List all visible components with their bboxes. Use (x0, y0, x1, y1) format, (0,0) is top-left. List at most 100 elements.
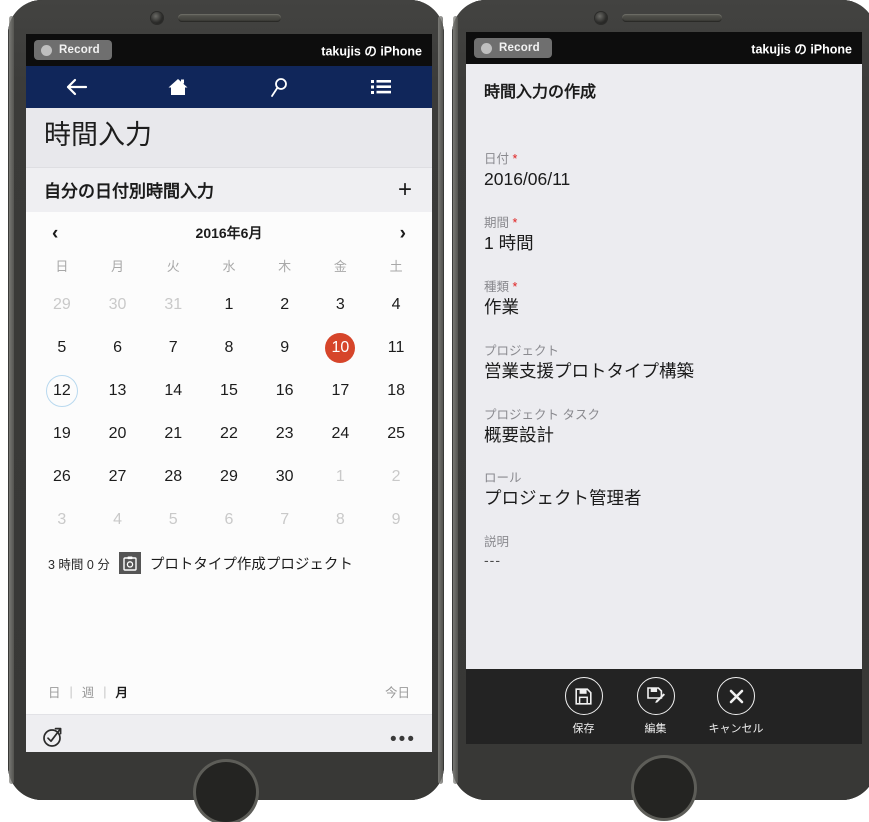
form-field-value: 2016/06/11 (484, 169, 571, 189)
today-button[interactable]: 今日 (385, 682, 410, 701)
calendar-day-cell[interactable]: 10 (313, 326, 369, 369)
calendar-day-cell[interactable]: 1 (313, 455, 369, 498)
nav-search-button[interactable] (229, 77, 331, 98)
calendar-day-label: 13 (108, 381, 127, 399)
check-circle-arrow-icon[interactable] (42, 726, 64, 752)
section-header: 自分の日付別時間入力 + (26, 167, 432, 213)
clipboard-icon (118, 552, 141, 575)
calendar-weekday-1: 月 (111, 259, 125, 275)
add-entry-button[interactable]: + (398, 177, 416, 202)
calendar-day-cell[interactable]: 7 (145, 326, 201, 369)
calendar-day-cell[interactable]: 8 (313, 498, 369, 541)
form-field-list: 日付 * 2016/06/11 期間 * 1 時間 種類 * 作業 プロジェクト 営業支援プロ… (484, 148, 844, 570)
calendar-week-row: 5 6 7 8 9 10 11 (34, 326, 424, 369)
calendar-day-cell[interactable]: 25 (368, 412, 424, 455)
edit-button[interactable]: 編集 (636, 677, 675, 736)
calendar-day-cell[interactable]: 8 (201, 326, 257, 369)
form-field[interactable]: 種類 * 作業 (484, 276, 844, 319)
calendar-day-label: 25 (387, 424, 405, 442)
calendar-day-cell[interactable]: 14 (145, 369, 201, 412)
required-marker: * (509, 152, 518, 166)
form-field-value: 概要設計 (484, 424, 554, 445)
calendar-day-cell[interactable]: 6 (90, 326, 146, 369)
calendar-prev-month-button[interactable]: ‹ (48, 224, 62, 243)
calendar-day-cell[interactable]: 1 (201, 283, 257, 326)
calendar-day-label: 11 (387, 338, 405, 356)
left-app-body: 時間入力 自分の日付別時間入力 + ‹ 2016年6月 › 日月火水木金土 29… (26, 108, 432, 752)
calendar-day-label: 27 (108, 467, 127, 485)
calendar-day-cell[interactable]: 28 (145, 455, 201, 498)
view-switcher: 日 | 週 | 月 (48, 682, 128, 701)
time-entry-row[interactable]: 3 時間 0 分 プロトタイプ作成プロジェクト (34, 543, 424, 581)
calendar-day-cell[interactable]: 3 (34, 498, 90, 541)
calendar-day-cell[interactable]: 20 (90, 412, 146, 455)
calendar-day-cell[interactable]: 5 (34, 326, 90, 369)
calendar-day-cell[interactable]: 24 (313, 412, 369, 455)
calendar-day-label: 18 (387, 381, 405, 399)
calendar-day-cell[interactable]: 2 (257, 283, 313, 326)
calendar-week-row: 12 13 14 15 16 17 18 (34, 369, 424, 412)
calendar-weekday-4: 木 (278, 259, 292, 275)
calendar-day-label: 7 (168, 338, 178, 356)
calendar-day-cell[interactable]: 12 (34, 369, 90, 412)
calendar-day-cell[interactable]: 31 (145, 283, 201, 326)
time-entry-duration: 3 時間 0 分 (48, 557, 110, 572)
calendar-day-cell[interactable]: 26 (34, 455, 90, 498)
calendar-day-cell[interactable]: 9 (257, 326, 313, 369)
calendar-day-cell[interactable]: 6 (201, 498, 257, 541)
home-button-right[interactable] (634, 758, 694, 818)
calendar-day-selected: 10 (325, 332, 356, 363)
calendar-day-cell[interactable]: 11 (368, 326, 424, 369)
save-button[interactable]: 保存 (564, 677, 603, 736)
calendar-day-cell[interactable]: 3 (313, 283, 369, 326)
calendar-day-cell[interactable]: 4 (368, 283, 424, 326)
calendar-day-cell[interactable]: 21 (145, 412, 201, 455)
form-field[interactable]: プロジェクト タスク 概要設計 (484, 404, 844, 447)
page-title: 時間入力 (44, 120, 152, 150)
calendar-day-cell[interactable]: 29 (34, 283, 90, 326)
calendar-day-cell[interactable]: 5 (145, 498, 201, 541)
cancel-button[interactable]: キャンセル (709, 677, 764, 736)
right-record-button[interactable]: Record (474, 38, 552, 58)
nav-back-button[interactable] (26, 77, 128, 97)
calendar-day-cell[interactable]: 23 (257, 412, 313, 455)
screenshot-stage: Record takujis の iPhone 時間入力 自分の日付別時間入力 … (0, 0, 869, 822)
calendar-day-cell[interactable]: 9 (368, 498, 424, 541)
left-record-button[interactable]: Record (34, 40, 112, 60)
calendar-day-label: 26 (52, 467, 71, 485)
calendar-day-cell[interactable]: 30 (257, 455, 313, 498)
calendar-day-cell[interactable]: 2 (368, 455, 424, 498)
form-field[interactable]: プロジェクト 営業支援プロトタイプ構築 (484, 340, 844, 383)
calendar-day-cell[interactable]: 15 (201, 369, 257, 412)
form-field-value: 営業支援プロトタイプ構築 (484, 360, 694, 381)
view-day-button[interactable]: 日 (48, 682, 61, 701)
calendar-day-cell[interactable]: 22 (201, 412, 257, 455)
form-field-label: 説明 (484, 535, 510, 550)
form-field[interactable]: 日付 * 2016/06/11 (484, 148, 844, 191)
calendar-day-cell[interactable]: 16 (257, 369, 313, 412)
view-week-button[interactable]: 週 (82, 682, 95, 701)
calendar-day-cell[interactable]: 17 (313, 369, 369, 412)
calendar-day-cell[interactable]: 7 (257, 498, 313, 541)
form-field[interactable]: 説明 --- (484, 531, 844, 570)
calendar-day-cell[interactable]: 4 (90, 498, 146, 541)
calendar-day-cell[interactable]: 18 (368, 369, 424, 412)
calendar-day-cell[interactable]: 27 (90, 455, 146, 498)
calendar-day-label: 7 (280, 510, 290, 528)
nav-list-button[interactable] (331, 79, 433, 95)
home-button[interactable] (196, 762, 256, 822)
calendar-day-cell[interactable]: 13 (90, 369, 146, 412)
form-field[interactable]: ロール プロジェクト管理者 (484, 467, 844, 510)
nav-home-button[interactable] (128, 77, 230, 97)
calendar-day-cell[interactable]: 19 (34, 412, 90, 455)
calendar-day-label: 22 (220, 424, 238, 442)
calendar-next-month-button[interactable]: › (396, 224, 410, 243)
form-field-value: 作業 (484, 296, 519, 317)
calendar-day-cell[interactable]: 30 (90, 283, 146, 326)
record-dot-icon (41, 44, 52, 56)
view-month-button[interactable]: 月 (116, 682, 129, 701)
more-options-button[interactable]: ••• (390, 730, 416, 749)
left-phone-screen: Record takujis の iPhone 時間入力 自分の日付別時間入力 … (26, 34, 432, 752)
form-field[interactable]: 期間 * 1 時間 (484, 212, 844, 255)
calendar-day-cell[interactable]: 29 (201, 455, 257, 498)
